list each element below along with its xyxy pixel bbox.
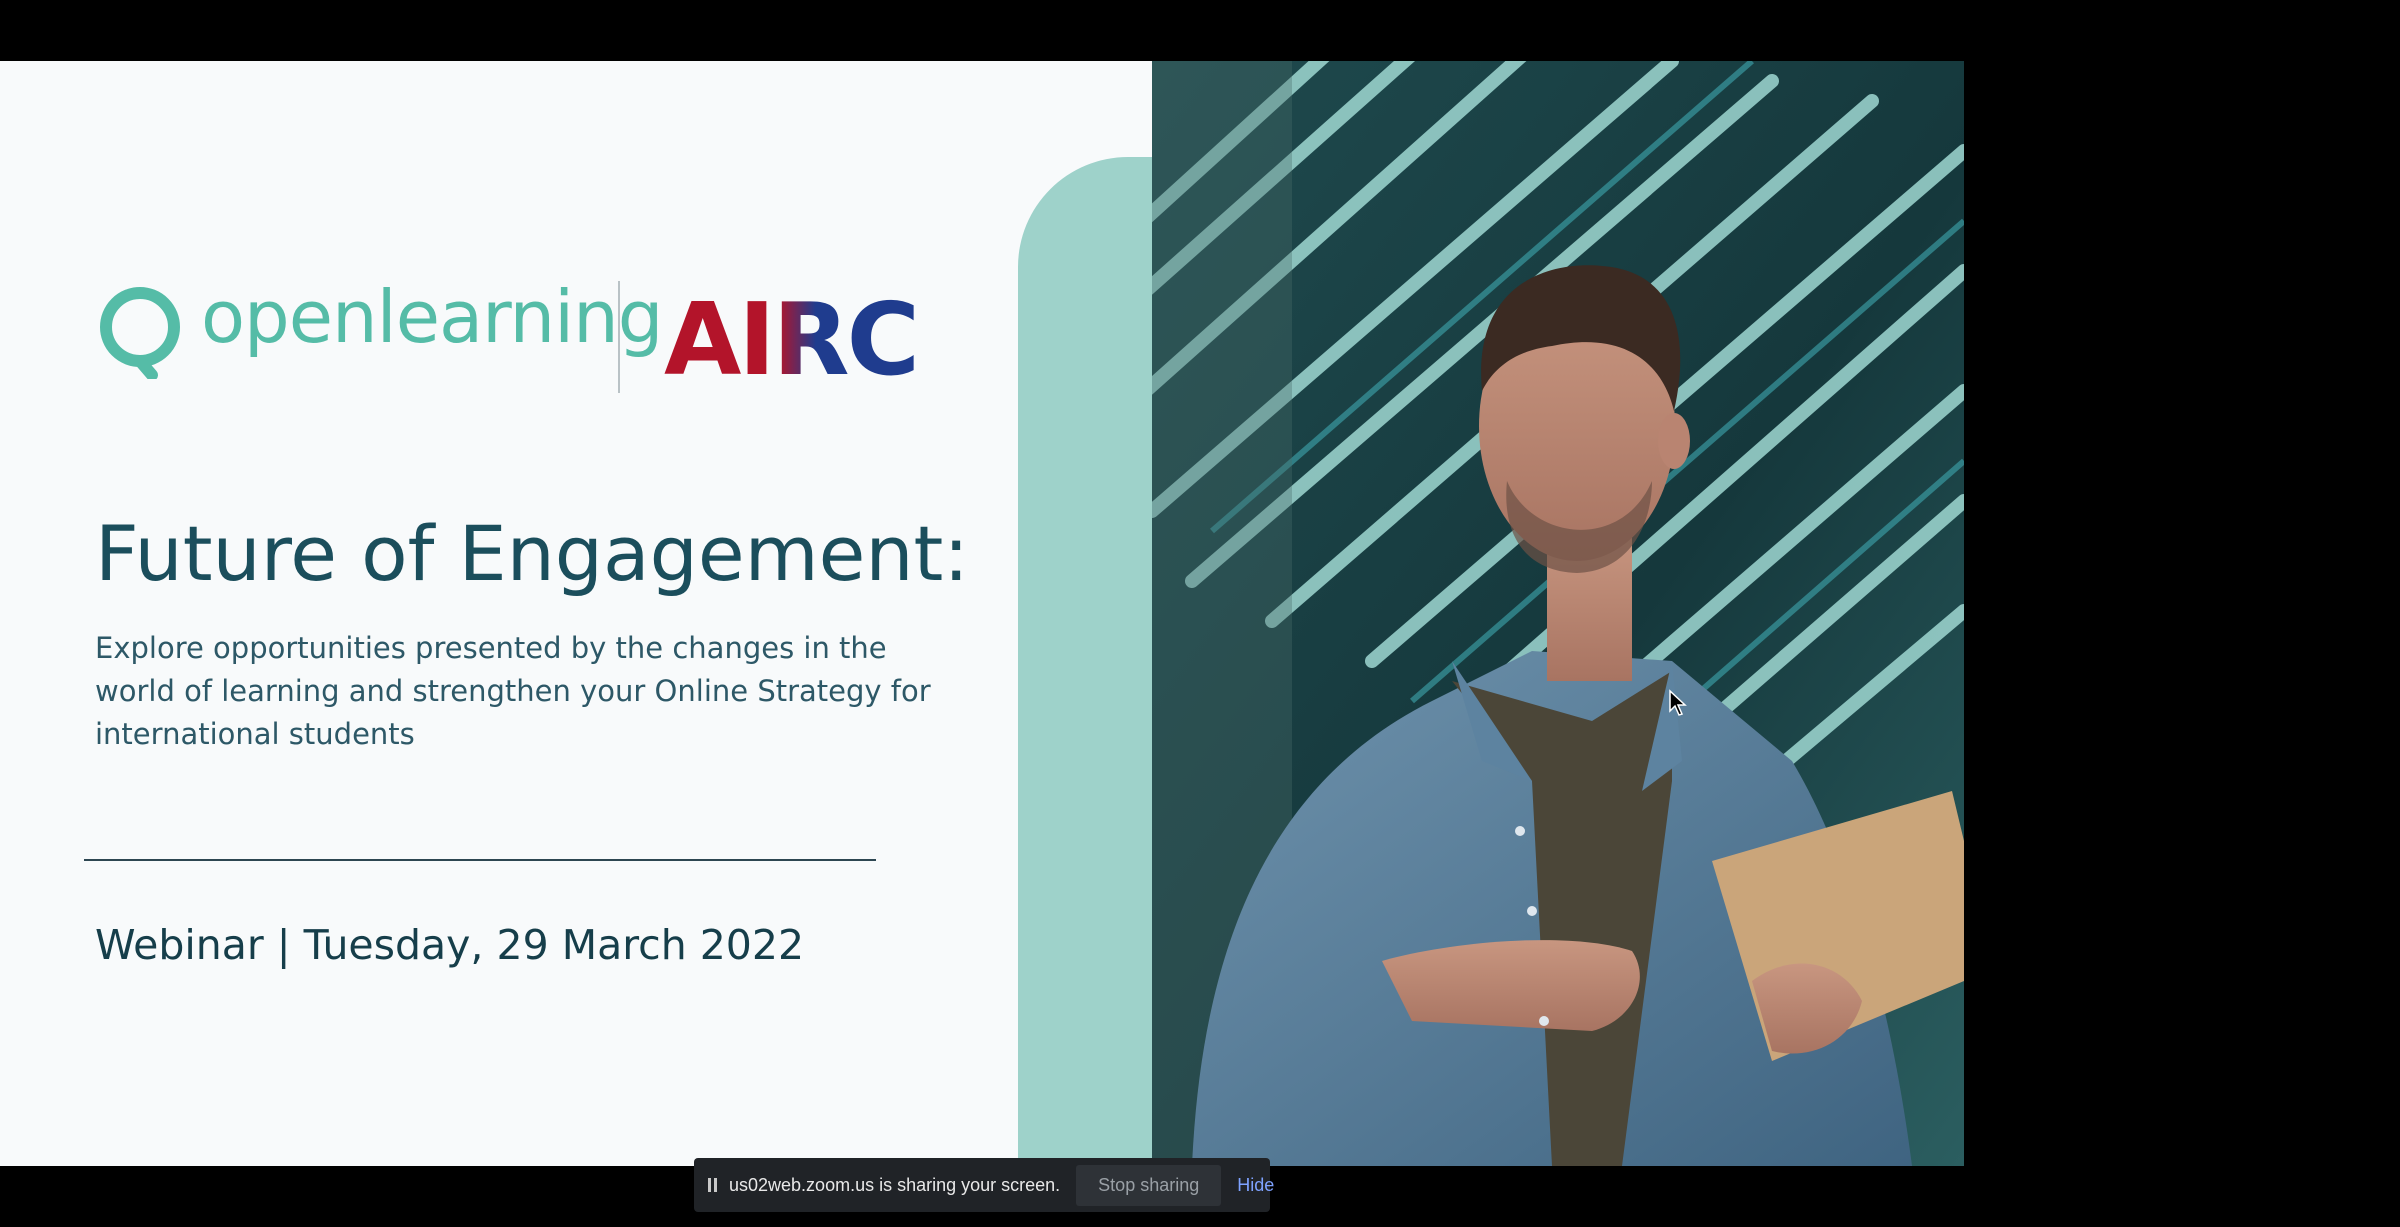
screen-share-bar: us02web.zoom.us is sharing your screen. …	[694, 1158, 1274, 1212]
openlearning-wordmark: openlearning	[201, 275, 663, 359]
openlearning-logo-icon	[100, 287, 180, 379]
logo-divider	[618, 281, 620, 393]
stop-sharing-button[interactable]: Stop sharing	[1076, 1164, 1222, 1206]
event-date: Webinar | Tuesday, 29 March 2022	[95, 921, 805, 969]
divider-rule	[84, 859, 876, 861]
share-status-text: us02web.zoom.us is sharing your screen.	[729, 1174, 1061, 1195]
slide-title: Future of Engagement:	[95, 509, 969, 598]
cursor-icon	[1669, 689, 1687, 716]
pause-icon[interactable]	[708, 1178, 717, 1192]
slide-subtitle: Explore opportunities presented by the c…	[95, 631, 931, 751]
airc-logo: AIRC	[664, 281, 920, 398]
presentation-slide: openlearning AIRC Future of Engagement: …	[0, 61, 1964, 1166]
hide-button[interactable]: Hide	[1237, 1175, 1274, 1196]
hero-photo	[1152, 61, 1964, 1166]
